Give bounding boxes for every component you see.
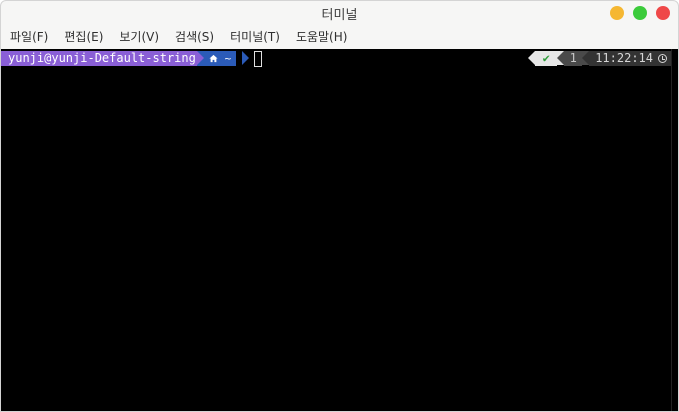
terminal-area[interactable]: yunji@yunji-Default-string ~ ✔ 1 11:22:1… <box>1 49 671 411</box>
home-icon <box>209 51 218 66</box>
menu-terminal[interactable]: 터미널(T) <box>221 25 287 49</box>
terminal-window: 터미널 파일(F) 편집(E) 보기(V) 검색(S) 터미널(T) 도움말(H… <box>0 0 679 412</box>
window-controls <box>610 6 670 20</box>
prompt-line: yunji@yunji-Default-string ~ ✔ 1 11:22:1… <box>1 51 671 67</box>
prompt-user-host: yunji@yunji-Default-string <box>1 51 202 66</box>
history-count: 1 <box>564 51 583 66</box>
menu-edit[interactable]: 편집(E) <box>55 25 110 49</box>
menu-help[interactable]: 도움말(H) <box>287 25 355 49</box>
prompt-arrow-directory <box>242 51 249 65</box>
prompt-directory: ~ <box>224 52 232 65</box>
time-segment: 11:22:14 <box>589 51 671 66</box>
status-arrow <box>528 51 536 65</box>
menu-search[interactable]: 검색(S) <box>166 25 221 49</box>
minimize-button[interactable] <box>610 6 624 20</box>
right-prompt: ✔ 1 11:22:14 <box>528 51 671 66</box>
menu-file[interactable]: 파일(F) <box>1 25 55 49</box>
title-bar[interactable]: 터미널 <box>1 1 678 25</box>
window-title: 터미널 <box>321 7 358 23</box>
text-cursor <box>254 51 262 67</box>
time-arrow <box>582 51 590 65</box>
menu-bar: 파일(F) 편집(E) 보기(V) 검색(S) 터미널(T) 도움말(H) <box>1 25 678 49</box>
clock-icon <box>658 54 667 63</box>
scrollbar[interactable] <box>671 49 678 411</box>
prompt-time: 11:22:14 <box>595 51 653 65</box>
maximize-button[interactable] <box>633 6 647 20</box>
prompt-arrow-user <box>197 51 204 65</box>
checkmark-icon: ✔ <box>535 51 558 66</box>
count-arrow <box>557 51 565 65</box>
close-button[interactable] <box>656 6 670 20</box>
menu-view[interactable]: 보기(V) <box>110 25 166 49</box>
